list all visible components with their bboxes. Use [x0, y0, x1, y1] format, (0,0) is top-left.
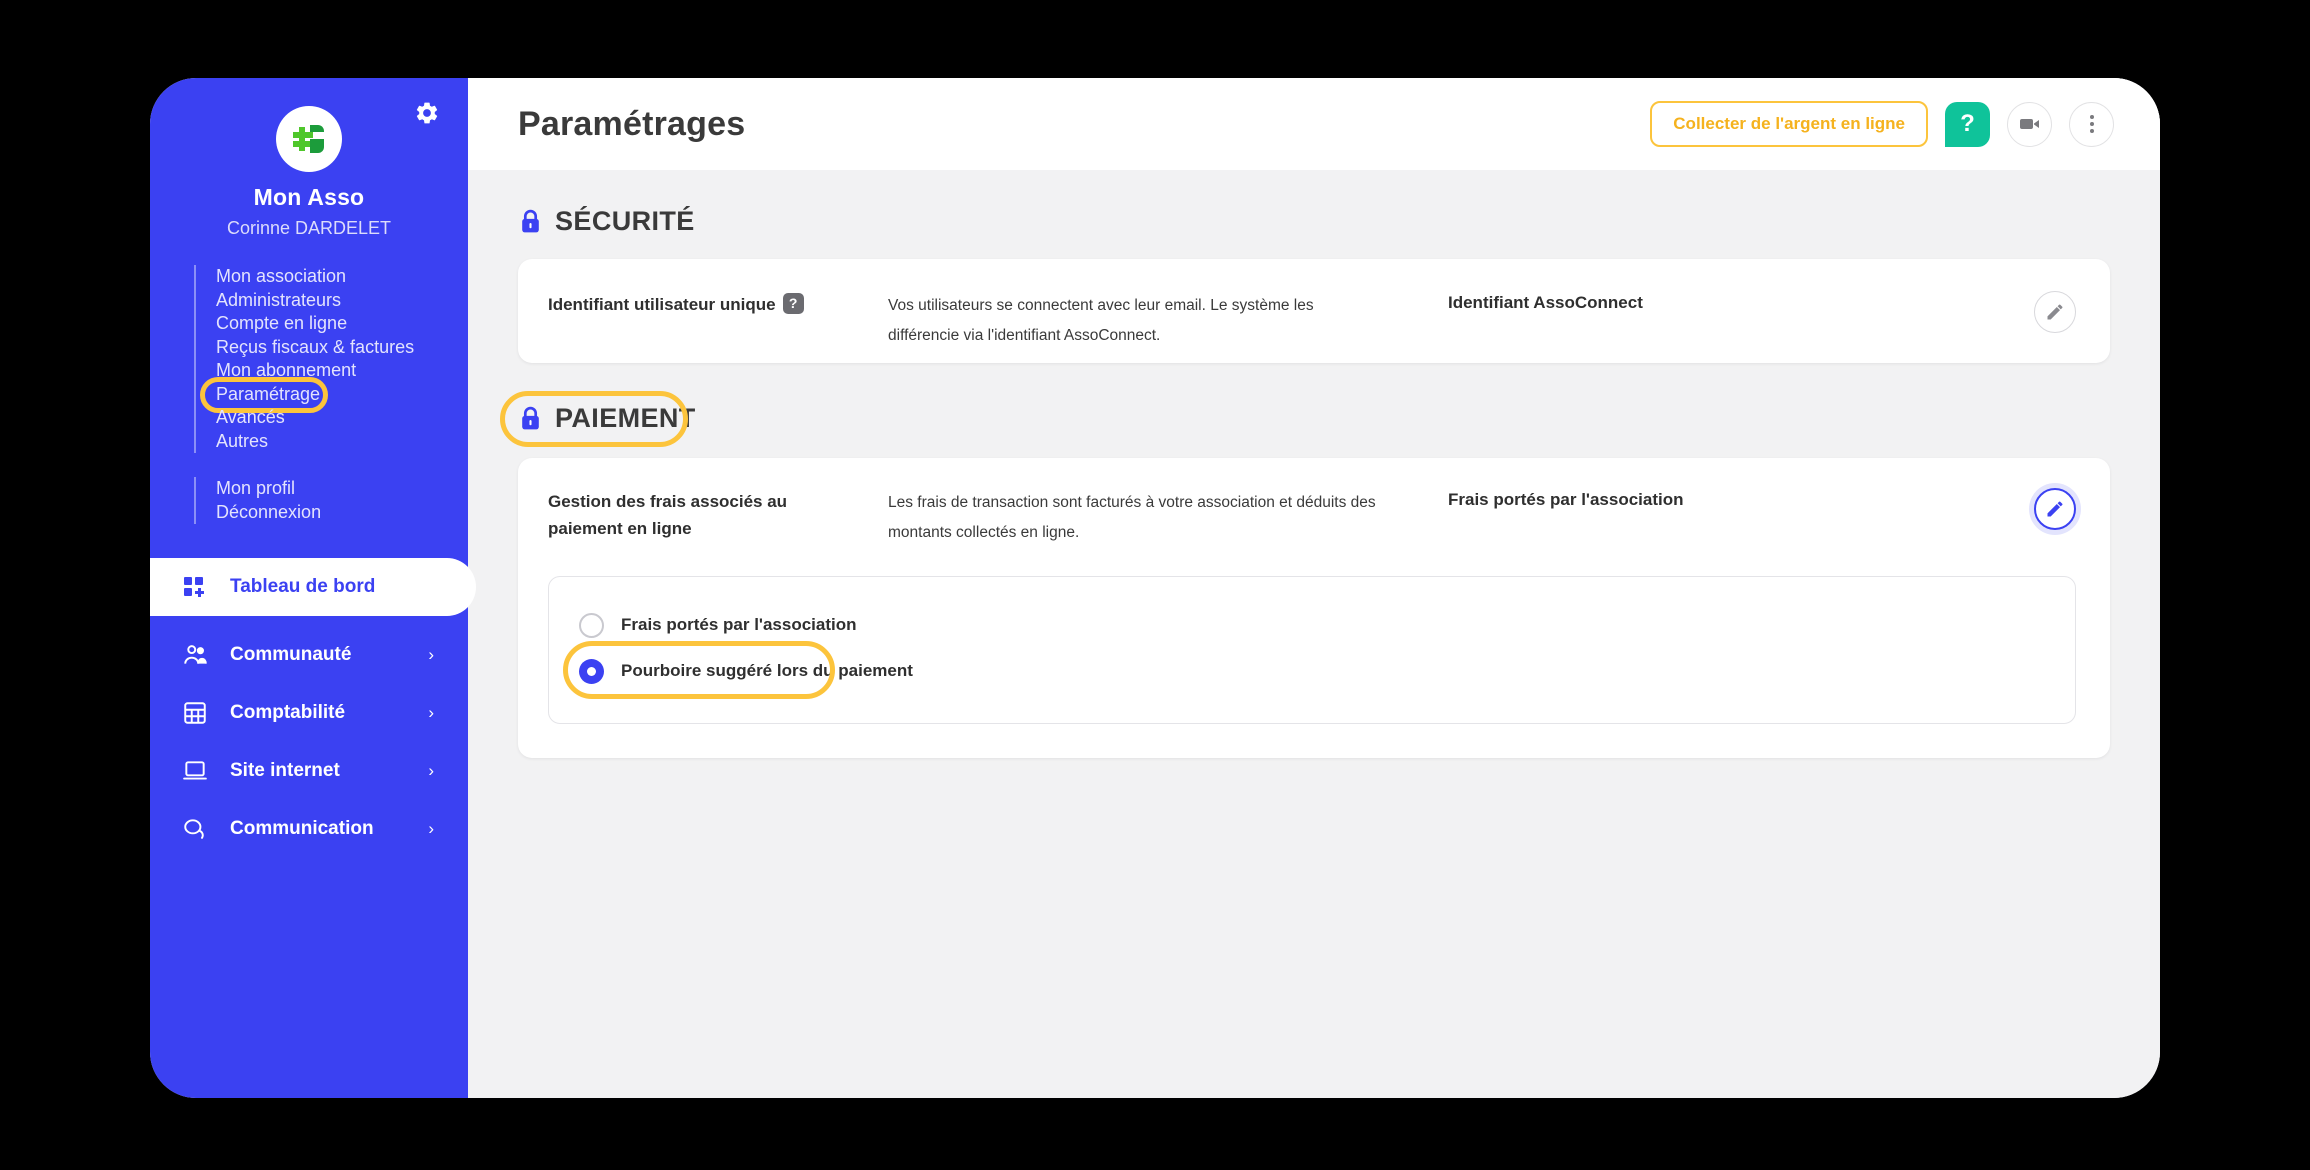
frais-options-group: Frais portés par l'association Pourboire… [548, 576, 2076, 724]
settings-body: SÉCURITÉ Identifiant utilisateur unique … [468, 170, 2160, 1098]
help-tooltip-badge[interactable]: ? [782, 293, 804, 314]
settings-row: Gestion des frais associés au paiement e… [548, 488, 2076, 548]
sidebar-item-parametrage[interactable]: Paramétrage [200, 376, 328, 413]
gear-icon [416, 102, 438, 124]
app-window: Mon Asso Corinne DARDELET Mon associatio… [150, 78, 2160, 1098]
sidebar-item-communaute[interactable]: Communauté › [150, 626, 468, 684]
chevron-right-icon: › [428, 703, 434, 722]
sidebar-sub-label: Compte en ligne [216, 313, 348, 333]
settings-gear-button[interactable] [412, 98, 442, 128]
row-description: Vos utilisateurs se connectent avec leur… [888, 297, 1314, 344]
sidebar-item-mon-profil[interactable]: Mon profil [214, 477, 295, 501]
row-description: Les frais de transaction sont facturés à… [888, 494, 1376, 541]
sidebar-sub-label: Autres [216, 430, 269, 451]
sidebar-item-comptabilite[interactable]: Comptabilité › [150, 684, 468, 742]
section-title: SÉCURITÉ [555, 206, 695, 236]
row-label-text: Gestion des frais associés au paiement e… [548, 492, 788, 538]
dashboard-icon [182, 575, 216, 599]
pencil-icon [2047, 304, 2063, 320]
video-camera-icon [2019, 119, 2039, 129]
settings-row: Identifiant utilisateur unique ? Vos uti… [548, 291, 2076, 351]
more-options-button[interactable] [2069, 101, 2114, 147]
assoconnect-logo-icon [293, 125, 324, 153]
edit-frais-button[interactable] [2034, 488, 2076, 530]
top-bar: Paramétrages Collecter de l'argent en li… [468, 78, 2160, 170]
row-value: Frais portés par l'association [1448, 490, 1684, 509]
sidebar-main-nav: Tableau de bord Communauté › Comptabilit… [150, 558, 476, 858]
section-header-paiement: PAIEMENT [500, 391, 696, 447]
sidebar-nav-label: Communication [230, 818, 374, 839]
sidebar-sub-label: Paramétrage [216, 383, 321, 404]
pencil-icon [2047, 501, 2063, 517]
sidebar: Mon Asso Corinne DARDELET Mon associatio… [150, 78, 476, 1098]
page-title: Paramétrages [518, 104, 746, 143]
chevron-right-icon: › [428, 645, 434, 664]
user-name: Corinne DARDELET [226, 218, 392, 238]
sidebar-nav-label: Tableau de bord [230, 576, 376, 597]
radio-label: Pourboire suggéré lors du paiement [621, 661, 913, 680]
sidebar-item-administrateurs[interactable]: Administrateurs [214, 289, 341, 313]
sidebar-sub-label: Avancés [216, 407, 285, 427]
sidebar-item-communication[interactable]: Communication › [150, 800, 468, 858]
sidebar-sub-label: Déconnexion [216, 501, 322, 522]
sidebar-nav-label: Comptabilité [230, 702, 346, 723]
sidebar-item-mon-abonnement[interactable]: Mon abonnement [214, 359, 356, 383]
help-button[interactable]: ? [1945, 101, 1990, 147]
video-tutorial-button[interactable] [2007, 101, 2052, 147]
lock-icon [522, 209, 539, 233]
sidebar-item-autres[interactable]: Autres [214, 430, 268, 454]
sidebar-sub-label: Mon association [216, 266, 347, 286]
collect-money-button[interactable]: Collecter de l'argent en ligne [1650, 101, 1928, 147]
chevron-right-icon: › [428, 761, 434, 780]
sidebar-item-site-internet[interactable]: Site internet › [150, 742, 468, 800]
top-bar-actions: Collecter de l'argent en ligne ? [1650, 101, 2114, 147]
chevron-right-icon: › [428, 819, 434, 838]
sidebar-item-tableau-de-bord[interactable]: Tableau de bord [150, 558, 476, 616]
sidebar-sub-nav-secondary: Mon profil Déconnexion [194, 477, 468, 524]
brand-logo [276, 106, 342, 172]
chat-icon [182, 816, 216, 842]
row-label: Identifiant utilisateur unique ? [548, 291, 838, 318]
section-title: PAIEMENT [555, 403, 696, 433]
calculator-icon [182, 700, 216, 726]
brand-name: Mon Asso [253, 184, 365, 210]
card-identifiant-utilisateur: Identifiant utilisateur unique ? Vos uti… [518, 259, 2110, 363]
sidebar-item-avances[interactable]: Avancés [214, 406, 285, 430]
sidebar-nav-label: Site internet [230, 760, 340, 781]
sidebar-sub-label: Mon profil [216, 478, 296, 498]
row-label: Gestion des frais associés au paiement e… [548, 488, 838, 542]
sidebar-item-deconnexion[interactable]: Déconnexion [214, 501, 321, 525]
sidebar-sub-label: Mon abonnement [216, 360, 357, 380]
laptop-icon [182, 758, 216, 784]
card-gestion-frais: Gestion des frais associés au paiement e… [518, 458, 2110, 758]
radio-button[interactable] [579, 612, 604, 638]
sidebar-item-recus-fiscaux[interactable]: Reçus fiscaux & factures [214, 336, 414, 360]
section-header-securite: SÉCURITÉ [518, 206, 695, 237]
sidebar-item-compte-en-ligne[interactable]: Compte en ligne [214, 312, 347, 336]
sidebar-sub-nav-primary: Mon association Administrateurs Compte e… [194, 265, 468, 453]
radio-option-pourboire[interactable]: Pourboire suggéré lors du paiement [563, 641, 913, 699]
sidebar-sub-label: Reçus fiscaux & factures [216, 336, 415, 357]
edit-identifiant-button[interactable] [2034, 291, 2076, 333]
three-dots-icon [2089, 115, 2094, 133]
content-area: Paramétrages Collecter de l'argent en li… [468, 78, 2160, 1098]
radio-button[interactable] [579, 658, 604, 684]
sidebar-nav-label: Communauté [230, 644, 352, 665]
row-value: Identifiant AssoConnect [1448, 293, 1643, 312]
sidebar-sub-label: Administrateurs [216, 289, 342, 310]
sidebar-item-mon-association[interactable]: Mon association [214, 265, 346, 289]
row-label-text: Identifiant utilisateur unique [548, 295, 776, 314]
people-icon [182, 642, 216, 668]
lock-icon [522, 406, 539, 430]
radio-label: Frais portés par l'association [621, 615, 857, 634]
radio-option-frais-association[interactable]: Frais portés par l'association [579, 607, 857, 643]
